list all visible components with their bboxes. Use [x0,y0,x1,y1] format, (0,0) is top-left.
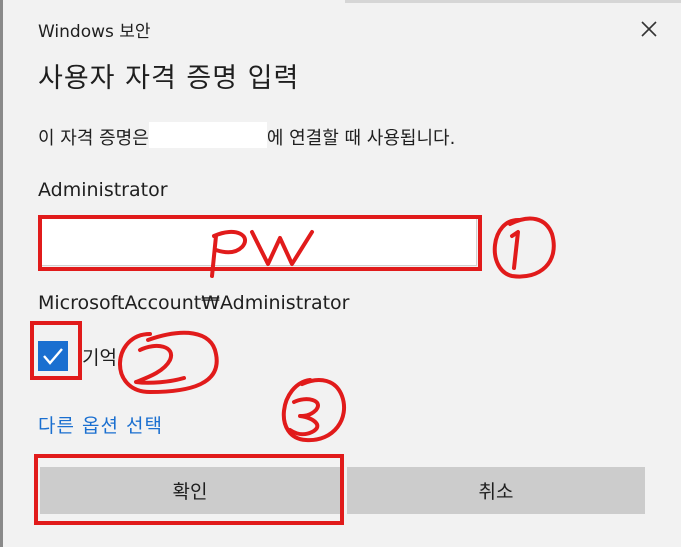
dialog-title: 사용자 자격 증명 입력 [38,63,300,94]
close-button[interactable] [634,16,664,44]
window-caption: Windows 보안 [38,22,151,42]
cancel-button[interactable]: 취소 [347,467,645,514]
description-before: 이 자격 증명은 [38,128,149,149]
remember-label: 기억 [82,347,117,369]
password-input[interactable] [41,218,477,266]
close-icon [641,21,657,37]
credential-dialog: Windows 보안 사용자 자격 증명 입력 이 자격 증명은 에 연결할 때 … [0,0,681,547]
background-strip [345,0,681,3]
remember-checkbox[interactable] [38,341,68,371]
ok-button[interactable]: 확인 [40,467,340,514]
description-after: 에 연결할 때 사용됩니다. [266,128,456,149]
dialog-description: 이 자격 증명은 에 연결할 때 사용됩니다. [38,122,456,150]
username-label: Administrator [38,179,168,201]
domain-account-label: MicrosoftAccount₩Administrator [38,292,350,314]
checkmark-icon [43,348,63,365]
window-border [0,0,3,547]
redacted-target [148,122,267,148]
more-options-link[interactable]: 다른 옵션 선택 [38,411,163,438]
